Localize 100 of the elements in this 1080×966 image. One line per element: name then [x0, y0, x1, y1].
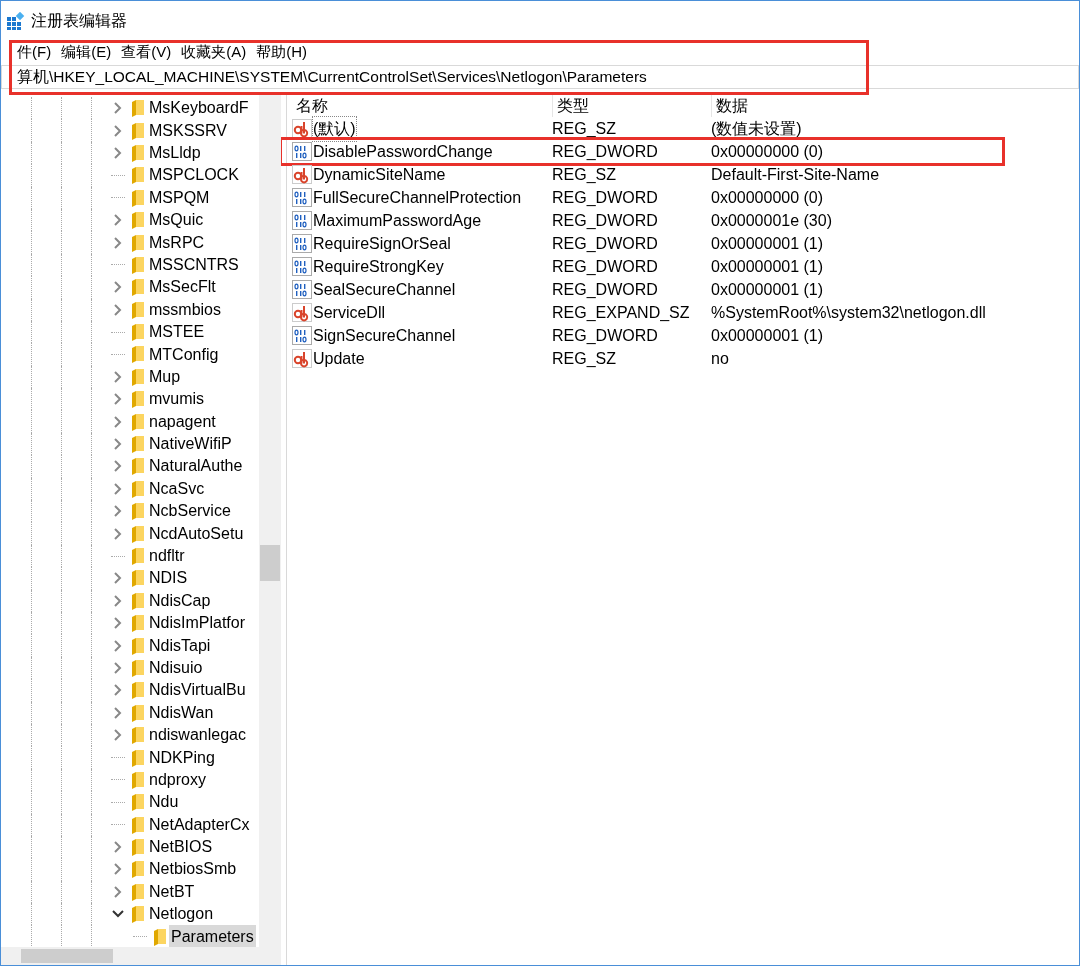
value-name[interactable]: RequireSignOrSeal — [313, 231, 451, 256]
tree-item[interactable]: NcaSvc — [147, 476, 207, 501]
menu-item[interactable]: 件(F) — [17, 40, 52, 64]
folder-icon — [131, 345, 145, 364]
binary-value-icon — [292, 234, 312, 253]
tree-item[interactable]: ndproxy — [147, 767, 208, 792]
value-type: REG_DWORD — [552, 233, 659, 254]
tree-item[interactable]: NativeWifiP — [147, 432, 234, 457]
value-data: Default-First-Site-Name — [711, 164, 881, 185]
value-data: 0x00000001 (1) — [711, 256, 825, 277]
tree-item[interactable]: NdisWan — [147, 700, 216, 725]
folder-icon — [131, 614, 145, 633]
folder-icon — [131, 412, 145, 431]
value-name[interactable]: ServiceDll — [313, 300, 385, 325]
tree-item[interactable]: NcbService — [147, 499, 233, 524]
folder-icon — [131, 233, 145, 252]
address-bar[interactable]: 算机\HKEY_LOCAL_MACHINE\SYSTEM\CurrentControlSet\Services\Netlogon\Parameters — [1, 65, 1079, 89]
tree-item[interactable]: NdisImPlatfor — [147, 611, 248, 636]
value-name[interactable]: DynamicSiteName — [313, 162, 446, 187]
folder-icon — [131, 569, 145, 588]
tree-item[interactable]: ndfltr — [147, 544, 187, 568]
value-type: REG_DWORD — [552, 210, 659, 231]
tree-item[interactable]: MSPQM — [147, 185, 212, 210]
folder-icon — [131, 793, 145, 812]
folder-icon — [131, 658, 145, 677]
tree-item[interactable]: NetbiosSmb — [147, 857, 239, 882]
tree-item[interactable]: NdisVirtualBu — [147, 678, 248, 703]
tree-item[interactable]: NDIS — [147, 566, 190, 591]
binary-value-icon — [292, 326, 312, 345]
folder-icon — [131, 547, 145, 565]
tree-item[interactable]: MSPCLOCK — [147, 163, 241, 188]
value-name[interactable]: SignSecureChannel — [313, 323, 456, 348]
folder-icon — [131, 770, 145, 789]
tree-item[interactable]: NetBIOS — [147, 835, 215, 860]
tree-item[interactable]: MsQuic — [147, 208, 206, 233]
value-type: REG_SZ — [552, 164, 617, 185]
tree-item[interactable]: NetBT — [147, 879, 197, 904]
folder-icon — [131, 99, 145, 118]
tree-item[interactable]: NDKPing — [147, 745, 217, 770]
value-name[interactable]: (默认) — [313, 116, 356, 141]
folder-icon — [131, 591, 145, 610]
value-name[interactable]: DisablePasswordChange — [313, 139, 493, 164]
value-type: REG_DWORD — [552, 187, 659, 208]
tree-item[interactable]: Ndu — [147, 790, 181, 815]
folder-icon — [131, 255, 145, 274]
value-data: 0x00000000 (0) — [711, 187, 825, 208]
tree-item[interactable]: MsLldp — [147, 141, 203, 165]
tree-item[interactable]: MsKeyboardF — [147, 96, 251, 121]
tree-item[interactable]: MsRPC — [147, 230, 207, 255]
value-name[interactable]: MaximumPasswordAge — [313, 208, 482, 233]
menu-item[interactable]: 编辑(E) — [61, 40, 112, 64]
value-type: REG_DWORD — [552, 141, 659, 162]
value-type: REG_DWORD — [552, 325, 659, 346]
tree-item[interactable]: NdisTapi — [147, 633, 213, 658]
vertical-scrollbar[interactable] — [259, 95, 281, 947]
column-header[interactable]: 数据 — [711, 95, 1079, 117]
folder-icon — [131, 211, 145, 230]
tree-item[interactable]: MSTEE — [147, 320, 207, 345]
column-header[interactable]: 名称 — [292, 95, 552, 117]
tree-item[interactable]: NcdAutoSetu — [147, 521, 246, 546]
value-type: REG_SZ — [552, 348, 617, 369]
tree-item[interactable]: mssmbios — [147, 297, 223, 322]
value-name[interactable]: FullSecureChannelProtection — [313, 185, 522, 210]
tree-item[interactable]: Ndisuio — [147, 655, 205, 680]
horizontal-scrollbar[interactable] — [1, 947, 281, 965]
tree-item[interactable]: Parameters — [169, 924, 256, 947]
tree-item[interactable]: ndiswanlegac — [147, 723, 248, 748]
menu-item[interactable]: 查看(V) — [121, 40, 172, 64]
menu-item[interactable]: 收藏夹(A) — [181, 40, 247, 64]
value-data: 0x00000000 (0) — [711, 141, 825, 162]
value-data: 0x00000001 (1) — [711, 233, 825, 254]
tree-item[interactable]: NdisCap — [147, 588, 213, 613]
string-value-icon — [292, 349, 312, 368]
tree-item[interactable]: MSKSSRV — [147, 118, 229, 143]
tree-item[interactable]: NetAdapterCx — [147, 812, 252, 837]
value-name[interactable]: RequireStrongKey — [313, 254, 444, 279]
binary-value-icon — [292, 280, 312, 299]
tree-item[interactable]: mvumis — [147, 387, 207, 412]
value-name[interactable]: SealSecureChannel — [313, 277, 456, 302]
folder-icon — [131, 121, 145, 140]
folder-icon — [131, 726, 145, 745]
folder-icon — [131, 278, 145, 297]
value-name[interactable]: Update — [313, 346, 365, 371]
value-data: no — [711, 348, 730, 369]
string-value-icon — [292, 303, 312, 322]
tree-item[interactable]: Mup — [147, 364, 183, 389]
value-type: REG_EXPAND_SZ — [552, 302, 691, 323]
tree-item[interactable]: MTConfig — [147, 342, 221, 367]
folder-icon — [131, 435, 145, 454]
tree-item[interactable]: napagent — [147, 409, 218, 434]
value-type: REG_DWORD — [552, 279, 659, 300]
tree-item[interactable]: MsSecFlt — [147, 275, 218, 300]
value-type: REG_SZ — [552, 118, 617, 139]
tree-item[interactable]: MSSCNTRS — [147, 252, 241, 277]
value-data: 0x00000001 (1) — [711, 279, 825, 300]
tree-item[interactable]: Netlogon — [147, 902, 216, 927]
folder-icon — [131, 457, 145, 476]
column-header[interactable]: 类型 — [552, 95, 711, 117]
menu-item[interactable]: 帮助(H) — [256, 40, 307, 64]
tree-item[interactable]: NaturalAuthe — [147, 454, 245, 479]
